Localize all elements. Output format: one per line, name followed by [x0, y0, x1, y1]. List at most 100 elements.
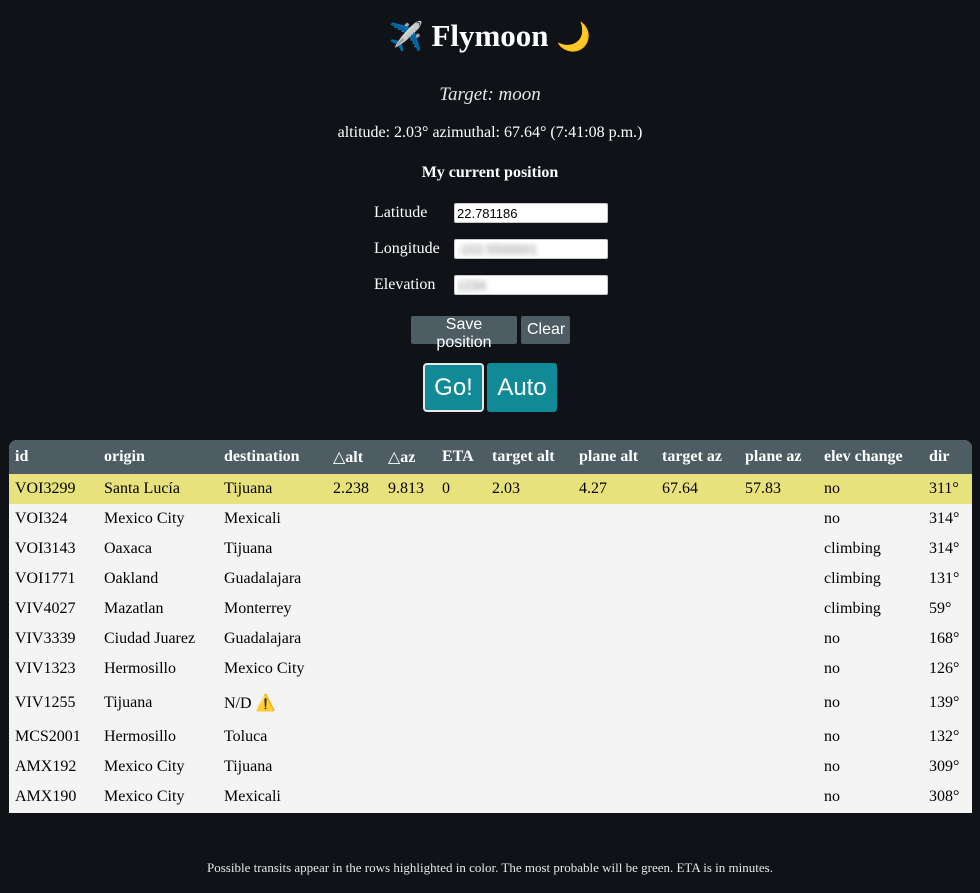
cell-target-alt [486, 722, 573, 752]
cell-eta [436, 782, 486, 812]
latitude-input[interactable] [454, 203, 608, 223]
flights-table-container: id origin destination △alt △az ETA targe… [9, 440, 972, 813]
cell-destination: Mexicali [224, 510, 281, 527]
header-elev-change: elev change [824, 448, 903, 465]
cell-elev-change: climbing [824, 600, 881, 617]
header-dir: dir [929, 448, 950, 465]
cell-plane-alt [573, 534, 656, 564]
cell-dir: 131° [929, 570, 960, 587]
cell-delta-alt [327, 722, 382, 752]
table-header-row: id origin destination △alt △az ETA targe… [9, 440, 972, 474]
cell-destination: Monterrey [224, 600, 292, 617]
cell-dir: 314° [929, 540, 960, 557]
cell-plane-az [739, 722, 818, 752]
header-target-az: target az [662, 448, 722, 465]
longitude-input[interactable] [454, 239, 608, 259]
cell-eta [436, 752, 486, 782]
cell-dir: 314° [929, 510, 960, 527]
cell-delta-alt [327, 534, 382, 564]
cell-plane-az [739, 654, 818, 684]
header-delta-alt: △alt [333, 449, 364, 466]
cell-id: VOI324 [15, 510, 68, 527]
cell-origin: Ciudad Juarez [104, 630, 196, 647]
cell-elev-change: no [824, 758, 840, 775]
cell-plane-alt [573, 594, 656, 624]
cell-delta-az [382, 782, 436, 812]
cell-id: VOI3143 [15, 540, 76, 557]
cell-origin: Santa Lucía [104, 480, 180, 497]
cell-destination: Mexico City [224, 660, 305, 677]
destination-text: N/D [224, 695, 252, 712]
cell-elev-change: no [824, 630, 840, 647]
elevation-input[interactable] [454, 275, 608, 295]
cell-eta [436, 534, 486, 564]
cell-id: VIV4027 [15, 600, 76, 617]
cell-id: VOI3299 [15, 480, 76, 497]
cell-plane-alt [573, 654, 656, 684]
cell-id: VIV1323 [15, 660, 76, 677]
cell-plane-az: 57.83 [745, 480, 781, 497]
target-label: Target: moon [439, 84, 541, 105]
cell-target-az [656, 654, 739, 684]
cell-delta-alt [327, 654, 382, 684]
cell-target-alt [486, 624, 573, 654]
footer-note: Possible transits appear in the rows hig… [207, 860, 773, 875]
cell-dir: 139° [929, 694, 960, 711]
cell-origin: Hermosillo [104, 728, 176, 745]
cell-delta-alt [327, 782, 382, 812]
cell-plane-az [739, 534, 818, 564]
cell-dir: 308° [929, 788, 960, 805]
go-button[interactable]: Go! [423, 363, 484, 412]
header-plane-az: plane az [745, 448, 802, 465]
cell-target-az [656, 684, 739, 722]
cell-plane-az [739, 504, 818, 534]
cell-id: AMX190 [15, 788, 77, 805]
cell-delta-az [382, 654, 436, 684]
header-id: id [15, 448, 29, 465]
cell-plane-alt [573, 504, 656, 534]
cell-origin: Mexico City [104, 758, 185, 775]
cell-target-alt [486, 534, 573, 564]
cell-origin: Tijuana [104, 694, 153, 711]
cell-origin: Mazatlan [104, 600, 164, 617]
cell-plane-az [739, 684, 818, 722]
cell-id: MCS2001 [15, 728, 81, 745]
cell-plane-alt [573, 752, 656, 782]
cell-target-alt [486, 782, 573, 812]
warning-icon: ⚠️ [255, 693, 276, 712]
cell-delta-az [382, 752, 436, 782]
cell-destination: Guadalajara [224, 570, 302, 587]
save-position-button[interactable]: Save position [411, 316, 517, 351]
clear-button[interactable]: Clear [521, 316, 570, 344]
target-coordinates: altitude: 2.03° azimuthal: 67.64° (7:41:… [337, 124, 643, 141]
cell-delta-alt: 2.238 [333, 480, 369, 497]
auto-button[interactable]: Auto [487, 363, 557, 412]
cell-origin: Mexico City [104, 510, 185, 527]
cell-plane-az [739, 594, 818, 624]
cell-elev-change: no [824, 788, 840, 805]
cell-delta-az [382, 594, 436, 624]
table-row: AMX192 Mexico City Tijuana no 309° [9, 752, 972, 782]
cell-delta-alt [327, 624, 382, 654]
cell-dir: 126° [929, 660, 960, 677]
cell-target-az [656, 564, 739, 594]
cell-target-az [656, 752, 739, 782]
cell-delta-alt [327, 684, 382, 722]
cell-eta [436, 722, 486, 752]
table-row: VOI324 Mexico City Mexicali no 314° [9, 504, 972, 534]
cell-target-az [656, 594, 739, 624]
table-row: VIV4027 Mazatlan Monterrey climbing 59° [9, 594, 972, 624]
latitude-label: Latitude [374, 204, 428, 221]
cell-dir: 132° [929, 728, 960, 745]
cell-elev-change: no [824, 694, 840, 711]
cell-plane-az [739, 752, 818, 782]
cell-elev-change: no [824, 728, 840, 745]
cell-plane-alt [573, 782, 656, 812]
airplane-icon: ✈️ [388, 20, 424, 53]
header-destination: destination [224, 448, 300, 465]
cell-id: AMX192 [15, 758, 77, 775]
cell-destination: N/D ⚠️ [218, 684, 327, 722]
cell-destination: Tijuana [224, 758, 273, 775]
cell-plane-alt: 4.27 [579, 480, 607, 497]
cell-delta-az [382, 534, 436, 564]
